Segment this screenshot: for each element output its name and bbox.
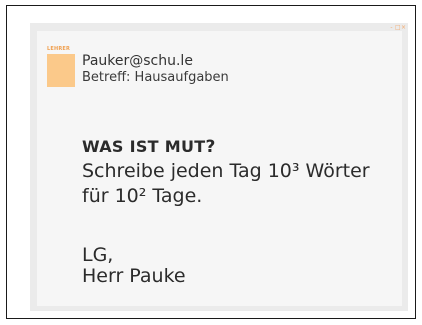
minimize-button[interactable]: -: [389, 25, 394, 31]
body-line-2: für 10² Tage.: [82, 185, 203, 207]
sender-role-label: LEHRER: [47, 46, 71, 52]
body-line-1: Schreibe jeden Tag 10³ Wörter: [82, 160, 370, 182]
message-subject: Betreff: Hausaufgaben: [82, 70, 229, 85]
message-heading: WAS IST MUT?: [82, 137, 216, 157]
maximize-button[interactable]: □: [395, 25, 401, 31]
close-button[interactable]: ×: [401, 25, 406, 31]
signature: Herr Pauke: [82, 265, 186, 287]
avatar: [47, 54, 75, 87]
heading-text: WAS IST MUT: [82, 137, 206, 156]
heading-question-mark: ?: [205, 137, 216, 157]
greeting: LG,: [82, 244, 114, 266]
window-controls: - □ ×: [389, 25, 406, 31]
sender-address: Pauker@schu.le: [82, 53, 193, 69]
